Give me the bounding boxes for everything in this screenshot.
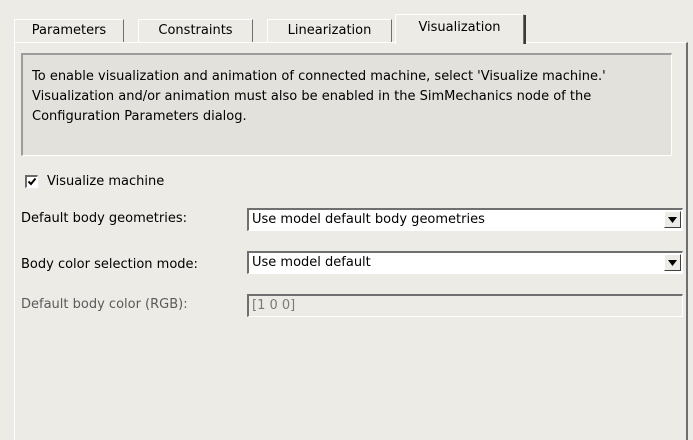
color-rgb-field: [1 0 0] xyxy=(247,294,683,317)
color-mode-dropdown[interactable]: Use model default xyxy=(247,251,683,274)
checkmark-icon xyxy=(27,177,37,185)
dropdown-arrow-icon xyxy=(668,260,677,266)
tab-parameters[interactable]: Parameters xyxy=(14,19,124,42)
tab-linearization-label: Linearization xyxy=(287,23,372,38)
geometry-dropdown[interactable]: Use model default body geometries xyxy=(247,208,683,231)
info-box: To enable visualization and animation of… xyxy=(21,53,672,156)
visualize-machine-label[interactable]: Visualize machine xyxy=(47,174,164,189)
tab-edge xyxy=(524,15,526,44)
geometry-value: Use model default body geometries xyxy=(252,212,485,227)
geometry-label: Default body geometries: xyxy=(21,211,187,226)
tab-linearization[interactable]: Linearization xyxy=(267,19,392,42)
visualize-machine-checkbox[interactable] xyxy=(25,174,38,188)
tab-visualization[interactable]: Visualization xyxy=(395,14,526,44)
tab-constraints[interactable]: Constraints xyxy=(138,19,253,42)
tab-parameters-label: Parameters xyxy=(31,23,107,38)
dropdown-arrow-icon xyxy=(668,217,677,223)
tab-visualization-label: Visualization xyxy=(418,20,501,35)
visualize-machine-row: Visualize machine xyxy=(25,173,164,189)
color-rgb-value: [1 0 0] xyxy=(252,298,296,313)
visualization-dialog: Parameters Constraints Linearization Vis… xyxy=(0,0,693,440)
info-text: To enable visualization and animation of… xyxy=(32,69,606,124)
color-mode-dropdown-button[interactable] xyxy=(664,254,681,271)
tab-constraints-label: Constraints xyxy=(158,23,233,38)
tab-panel: To enable visualization and animation of… xyxy=(14,42,688,440)
color-rgb-label: Default body color (RGB): xyxy=(21,297,188,312)
color-mode-value: Use model default xyxy=(252,255,371,270)
color-mode-label: Body color selection mode: xyxy=(21,257,198,272)
geometry-dropdown-button[interactable] xyxy=(664,211,681,228)
